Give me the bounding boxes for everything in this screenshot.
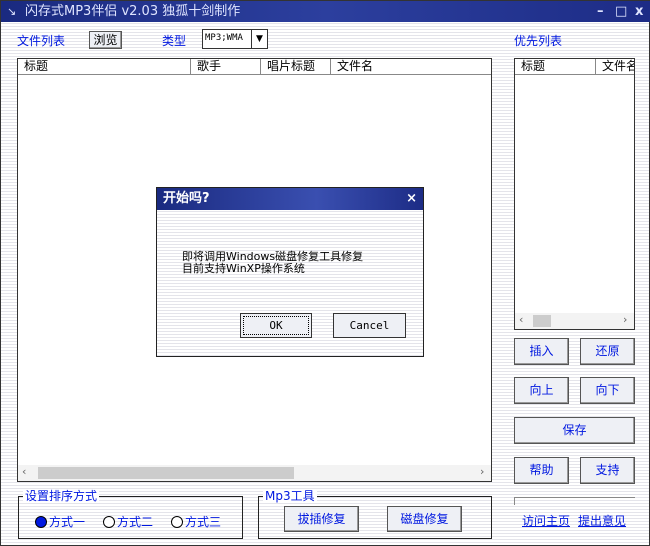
- support-button[interactable]: 支持: [580, 457, 635, 484]
- radio-label: 方式三: [185, 515, 222, 529]
- dialog-close-icon[interactable]: ×: [406, 188, 417, 210]
- type-value: MP3;WMA: [205, 33, 243, 43]
- move-down-button[interactable]: 向下: [580, 377, 635, 404]
- dialog-message-line: 目前支持WinXP操作系统: [182, 262, 305, 275]
- type-select[interactable]: MP3;WMA ▼: [202, 29, 268, 49]
- radio-option-3[interactable]: 方式三: [171, 513, 221, 530]
- chevron-right-icon[interactable]: ›: [623, 313, 627, 326]
- radio-label: 方式二: [117, 515, 154, 529]
- close-button[interactable]: x: [635, 1, 643, 22]
- chevron-left-icon[interactable]: ‹: [519, 313, 523, 326]
- priority-list[interactable]: 标题 文件名 ‹ ›: [514, 58, 635, 330]
- radio-label: 方式一: [49, 515, 86, 529]
- sort-group: 设置排序方式 方式一 方式二 方式三: [18, 489, 243, 539]
- dialog-title: 开始吗?: [163, 191, 210, 206]
- column-header-filename[interactable]: 文件名: [596, 59, 634, 75]
- browse-button[interactable]: 浏览: [89, 31, 122, 49]
- horizontal-scrollbar[interactable]: ‹ ›: [18, 465, 491, 481]
- horizontal-scrollbar[interactable]: ‹ ›: [515, 313, 634, 329]
- radio-option-1[interactable]: 方式一: [35, 513, 85, 530]
- disk-fix-button[interactable]: 磁盘修复: [387, 506, 462, 532]
- hotplug-fix-button[interactable]: 拔插修复: [284, 506, 359, 532]
- column-header-title[interactable]: 标题: [18, 59, 191, 75]
- title-bar: ↘ 闪存式MP3伴侣 v2.03 独孤十剑制作 – □ x: [1, 1, 650, 22]
- mp3-tools-group: Mp3工具 拔插修复 磁盘修复: [258, 489, 492, 539]
- column-header-artist[interactable]: 歌手: [191, 59, 261, 75]
- insert-button[interactable]: 插入: [514, 338, 569, 365]
- column-header-filename[interactable]: 文件名: [331, 59, 491, 75]
- maximize-button[interactable]: □: [615, 1, 627, 22]
- feedback-link[interactable]: 提出意见: [578, 512, 626, 529]
- type-label: 类型: [162, 34, 187, 48]
- priority-list-label: 优先列表: [514, 34, 563, 48]
- chevron-left-icon[interactable]: ‹: [22, 465, 26, 478]
- restore-button[interactable]: 还原: [580, 338, 635, 365]
- dialog-title-bar: 开始吗? ×: [157, 188, 423, 210]
- minimize-button[interactable]: –: [597, 1, 604, 22]
- confirm-dialog: 开始吗? × 即将调用Windows磁盘修复工具修复 目前支持WinXP操作系统…: [156, 187, 424, 357]
- app-icon: ↘: [7, 5, 17, 18]
- column-header-album[interactable]: 唱片标题: [261, 59, 331, 75]
- move-up-button[interactable]: 向上: [514, 377, 569, 404]
- save-button[interactable]: 保存: [514, 417, 635, 444]
- scrollbar-thumb[interactable]: [533, 315, 551, 327]
- homepage-link[interactable]: 访问主页: [522, 512, 570, 529]
- column-header-title[interactable]: 标题: [515, 59, 596, 75]
- file-list-label: 文件列表: [17, 34, 66, 48]
- radio-icon[interactable]: [171, 516, 183, 528]
- help-button[interactable]: 帮助: [514, 457, 569, 484]
- window-title: 闪存式MP3伴侣 v2.03 独孤十剑制作: [25, 4, 241, 19]
- dialog-message: 即将调用Windows磁盘修复工具修复 目前支持WinXP操作系统: [182, 251, 363, 275]
- radio-icon[interactable]: [103, 516, 115, 528]
- radio-selected-icon[interactable]: [35, 516, 47, 528]
- cancel-button[interactable]: Cancel: [333, 313, 406, 338]
- radio-option-2[interactable]: 方式二: [103, 513, 153, 530]
- chevron-down-icon[interactable]: ▼: [251, 30, 267, 48]
- mp3-tools-legend: Mp3工具: [263, 489, 317, 503]
- ok-button[interactable]: OK: [240, 313, 312, 338]
- divider: [514, 497, 635, 505]
- scrollbar-thumb[interactable]: [38, 467, 294, 479]
- sort-group-legend: 设置排序方式: [23, 489, 100, 503]
- chevron-right-icon[interactable]: ›: [480, 465, 484, 478]
